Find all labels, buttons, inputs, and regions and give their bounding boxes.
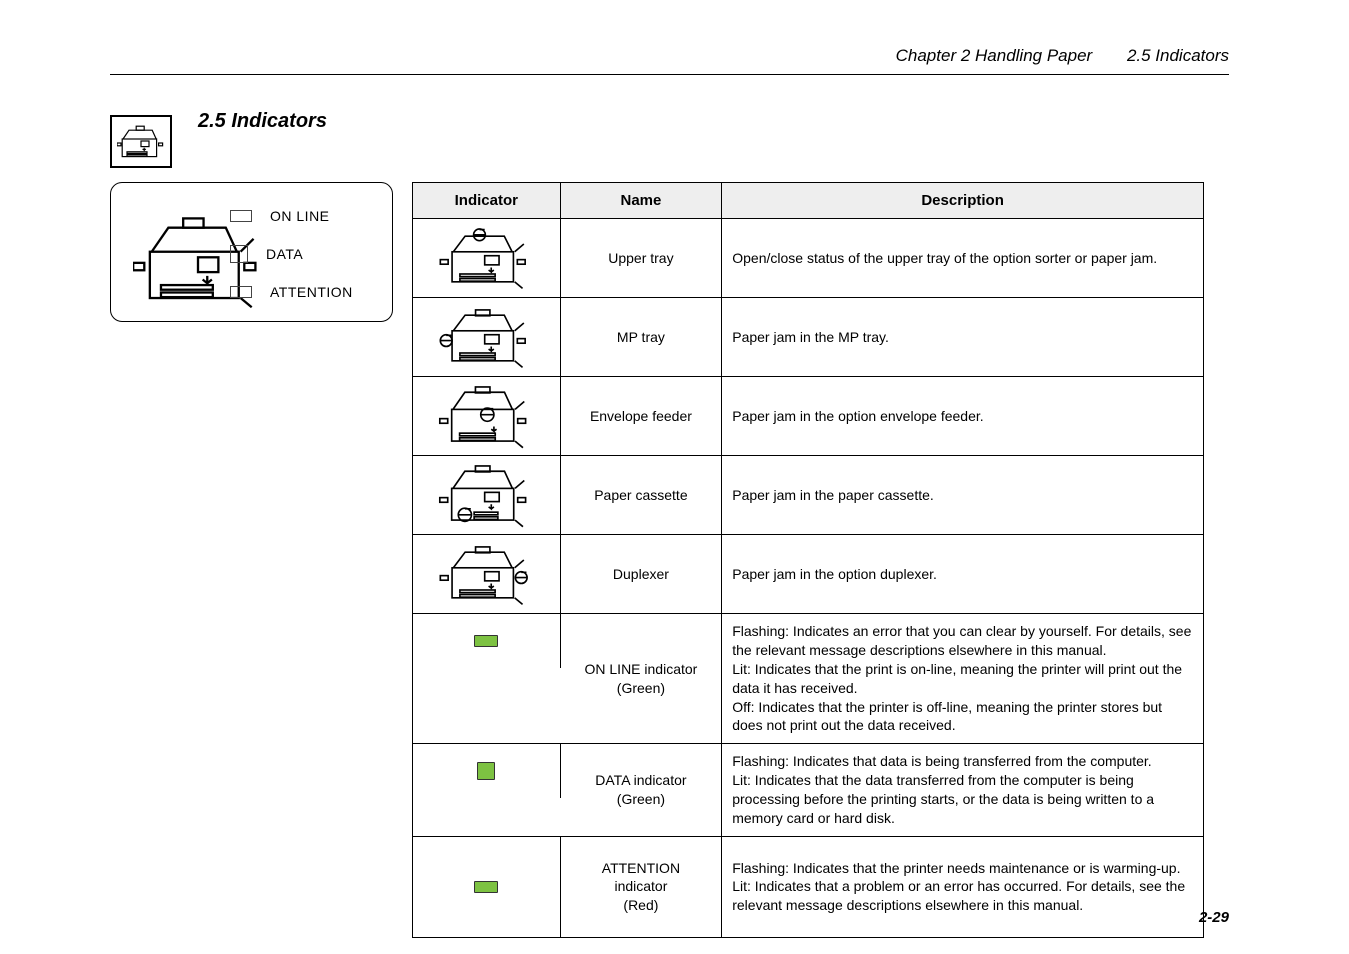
- desc-cell: Paper jam in the option envelope feeder.: [722, 377, 1203, 455]
- indicator-cell: [413, 837, 561, 937]
- chapter-title: Chapter 2 Handling Paper: [896, 46, 1093, 65]
- name-line: (Green): [617, 790, 665, 809]
- name-cell: Paper cassette: [561, 456, 723, 534]
- section-title: 2.5 Indicators: [1127, 46, 1229, 65]
- online-led-row: ON LINE: [230, 197, 380, 235]
- page-heading: 2.5 Indicators: [198, 110, 327, 133]
- green-led-rect-icon: [474, 881, 498, 893]
- table-row: DATA indicator (Green) Flashing: Indicat…: [413, 744, 1203, 837]
- green-led-square-icon: [477, 762, 495, 780]
- indicator-cell: [413, 614, 561, 668]
- name-line: ON LINE indicator: [585, 660, 698, 679]
- page-number: 2-29: [1199, 909, 1229, 926]
- desc-line: Off: Indicates that the printer is off-l…: [732, 698, 1193, 736]
- indicator-cell: [413, 298, 561, 376]
- data-led-label: DATA: [266, 246, 303, 262]
- name-line: ATTENTION: [602, 859, 680, 878]
- table-row: Envelope feeder Paper jam in the option …: [413, 377, 1203, 456]
- name-cell: Duplexer: [561, 535, 723, 613]
- desc-cell: Open/close status of the upper tray of t…: [722, 219, 1203, 297]
- th-name: Name: [561, 183, 723, 218]
- printer-small-icon: [117, 123, 165, 161]
- table-row: ON LINE indicator (Green) Flashing: Indi…: [413, 614, 1203, 744]
- desc-cell: Flashing: Indicates an error that you ca…: [722, 614, 1203, 743]
- desc-cell: Paper jam in the paper cassette.: [722, 456, 1203, 534]
- table-row: Upper tray Open/close status of the uppe…: [413, 219, 1203, 298]
- name-cell: Upper tray: [561, 219, 723, 297]
- table-row: Duplexer Paper jam in the option duplexe…: [413, 535, 1203, 614]
- control-panel-diagram: ON LINE DATA ATTENTION: [110, 182, 393, 322]
- table-row: MP tray Paper jam in the MP tray.: [413, 298, 1203, 377]
- name-cell: MP tray: [561, 298, 723, 376]
- online-led-icon: [230, 210, 252, 222]
- attention-led-icon: [230, 286, 252, 298]
- indicators-table: Indicator Name Description: [412, 182, 1204, 938]
- mp-tray-icon: [431, 306, 541, 368]
- upper-tray-icon: [431, 227, 541, 289]
- th-description: Description: [722, 183, 1203, 218]
- indicator-cell: [413, 377, 561, 455]
- desc-line: Flashing: Indicates that data is being t…: [732, 752, 1193, 771]
- indicator-cell: [413, 535, 561, 613]
- section-icon-frame: [110, 115, 172, 168]
- desc-cell: Flashing: Indicates that data is being t…: [722, 744, 1203, 836]
- duplexer-icon: [431, 543, 541, 605]
- desc-cell: Paper jam in the option duplexer.: [722, 535, 1203, 613]
- table-row: ATTENTION indicator (Red) Flashing: Indi…: [413, 837, 1203, 938]
- header-rule: [110, 74, 1229, 75]
- desc-line: Lit: Indicates that a problem or an erro…: [732, 877, 1193, 915]
- name-cell: ATTENTION indicator (Red): [561, 837, 723, 937]
- name-line: indicator: [614, 877, 667, 896]
- table-header-row: Indicator Name Description: [413, 183, 1203, 219]
- th-indicator: Indicator: [413, 183, 561, 218]
- data-led-icon: [230, 245, 248, 263]
- name-line: DATA indicator: [595, 771, 686, 790]
- attention-led-label: ATTENTION: [270, 284, 353, 300]
- name-cell: Envelope feeder: [561, 377, 723, 455]
- indicator-cell: [413, 744, 561, 798]
- name-line: (Green): [617, 679, 665, 698]
- data-led-row: DATA: [230, 235, 380, 273]
- online-led-label: ON LINE: [270, 208, 330, 224]
- name-cell: DATA indicator (Green): [561, 744, 723, 836]
- indicator-cell: [413, 219, 561, 297]
- desc-line: Lit: Indicates that the print is on-line…: [732, 660, 1193, 698]
- green-led-rect-icon: [474, 635, 498, 647]
- desc-line: Flashing: Indicates that the printer nee…: [732, 859, 1193, 878]
- indicator-cell: [413, 456, 561, 534]
- desc-line: Flashing: Indicates an error that you ca…: [732, 622, 1193, 660]
- desc-cell: Paper jam in the MP tray.: [722, 298, 1203, 376]
- name-line: (Red): [623, 896, 658, 915]
- paper-cassette-icon: [431, 462, 541, 528]
- name-cell: ON LINE indicator (Green): [561, 614, 723, 743]
- desc-line: Lit: Indicates that the data transferred…: [732, 771, 1193, 828]
- envelope-feeder-icon: [431, 383, 541, 449]
- table-row: Paper cassette Paper jam in the paper ca…: [413, 456, 1203, 535]
- desc-cell: Flashing: Indicates that the printer nee…: [722, 837, 1203, 937]
- attention-led-row: ATTENTION: [230, 273, 380, 311]
